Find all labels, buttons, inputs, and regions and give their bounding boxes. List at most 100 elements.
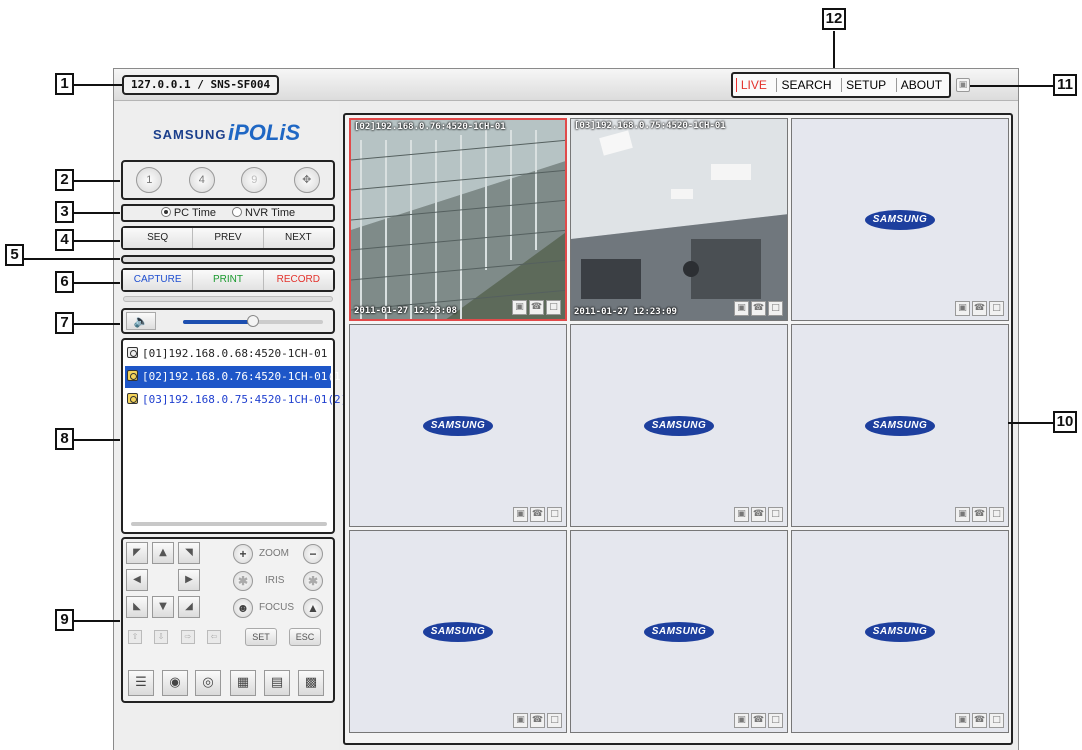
- next-button[interactable]: NEXT: [262, 228, 333, 248]
- zoom-in-button[interactable]: +: [233, 544, 253, 564]
- video-tile-5[interactable]: SAMSUNG ▣ ☎ □: [570, 324, 788, 527]
- preset-list-icon[interactable]: ☰: [128, 670, 154, 696]
- camera-item-02[interactable]: [02]192.168.0.76:4520-1CH-01(1): [125, 366, 347, 388]
- video-grid: [02]192.168.0.76:4520-1CH-01 2011-01-27 …: [343, 113, 1013, 745]
- monitor-icon[interactable]: □: [989, 713, 1004, 728]
- building-camera-feed: [351, 120, 565, 319]
- menu-setup[interactable]: SETUP: [841, 78, 890, 92]
- seq-button[interactable]: SEQ: [123, 228, 193, 248]
- capture-button[interactable]: CAPTURE: [123, 270, 193, 290]
- speaker-icon[interactable]: ☎: [972, 713, 987, 728]
- preset-down-icon[interactable]: ⇩: [154, 630, 168, 644]
- speaker-icon[interactable]: ☎: [530, 713, 545, 728]
- camera-item-01[interactable]: [01]192.168.0.68:4520-1CH-01: [127, 343, 327, 365]
- list-horizontal-scrollbar[interactable]: [131, 522, 327, 526]
- video-tile-2[interactable]: [03]192.168.0.75:4520-1CH-01 2011-01-27 …: [570, 118, 788, 321]
- video-tile-3[interactable]: SAMSUNG ▣ ☎ □: [791, 118, 1009, 321]
- pc-time-radio[interactable]: [160, 207, 171, 217]
- alarm-icon[interactable]: ▣: [513, 713, 528, 728]
- swing-icon[interactable]: ◉: [162, 670, 188, 696]
- ptz-right-button[interactable]: ▶: [178, 569, 200, 591]
- ptz-left-button[interactable]: ◀: [126, 569, 148, 591]
- camera-icon: [127, 393, 138, 404]
- speaker-icon[interactable]: ☎: [751, 713, 766, 728]
- video-tile-9[interactable]: SAMSUNG ▣ ☎ □: [791, 530, 1009, 733]
- menu-live[interactable]: LIVE: [735, 78, 771, 92]
- callout-3: 3: [55, 201, 74, 223]
- volume-knob[interactable]: [247, 315, 259, 327]
- speaker-icon[interactable]: ☎: [972, 301, 987, 316]
- video-tile-4[interactable]: SAMSUNG ▣ ☎ □: [349, 324, 567, 527]
- iris-open-button[interactable]: ✱: [233, 571, 253, 591]
- focus-near-button[interactable]: ☻: [233, 598, 253, 618]
- alarm-icon[interactable]: ▣: [955, 301, 970, 316]
- record-button[interactable]: RECORD: [262, 270, 333, 290]
- monitor-icon[interactable]: □: [768, 507, 783, 522]
- alarm-icon[interactable]: ▣: [513, 507, 528, 522]
- trace-icon[interactable]: ▤: [264, 670, 290, 696]
- speaker-icon[interactable]: ☎: [530, 507, 545, 522]
- samsung-logo: SAMSUNG: [423, 415, 493, 436]
- camera-item-03[interactable]: [03]192.168.0.75:4520-1CH-01(2): [127, 389, 347, 411]
- ptz-up-right-button[interactable]: ◥: [178, 542, 200, 564]
- prev-button[interactable]: PREV: [192, 228, 263, 248]
- monitor-icon[interactable]: □: [989, 507, 1004, 522]
- ptz-down-left-button[interactable]: ◣: [126, 596, 148, 618]
- lock-icon[interactable]: ▣: [956, 78, 970, 92]
- volume-control: 🔈: [121, 308, 335, 334]
- tour-icon[interactable]: ▦: [230, 670, 256, 696]
- group-icon[interactable]: ◎: [195, 670, 221, 696]
- menu-search[interactable]: SEARCH: [776, 78, 835, 92]
- video-tile-1[interactable]: [02]192.168.0.76:4520-1CH-01 2011-01-27 …: [349, 118, 567, 321]
- ptz-down-button[interactable]: ▼: [152, 596, 174, 618]
- speaker-icon[interactable]: ☎: [972, 507, 987, 522]
- monitor-icon[interactable]: □: [768, 301, 783, 316]
- alarm-icon[interactable]: ▣: [955, 713, 970, 728]
- video-tile-6[interactable]: SAMSUNG ▣ ☎ □: [791, 324, 1009, 527]
- layout-4-button[interactable]: 4: [188, 167, 215, 193]
- speaker-icon[interactable]: ☎: [751, 301, 766, 316]
- ptz-up-left-button[interactable]: ◤: [126, 542, 148, 564]
- ptz-down-right-button[interactable]: ◢: [178, 596, 200, 618]
- iris-close-button[interactable]: ✱: [303, 571, 323, 591]
- sequence-progress-bar: [121, 255, 335, 264]
- callout-3-leader: [74, 212, 120, 214]
- alarm-icon[interactable]: ▣: [734, 507, 749, 522]
- speaker-icon[interactable]: 🔈: [126, 312, 156, 330]
- preset-up-icon[interactable]: ⇧: [128, 630, 142, 644]
- monitor-icon[interactable]: □: [547, 507, 562, 522]
- focus-far-button[interactable]: ▲: [303, 598, 323, 618]
- callout-2-leader: [74, 180, 120, 182]
- samsung-logo: SAMSUNG: [865, 621, 935, 642]
- layout-9-button[interactable]: 9: [241, 167, 268, 193]
- speaker-icon[interactable]: ☎: [529, 300, 544, 315]
- esc-button[interactable]: ESC: [289, 628, 321, 646]
- alarm-icon[interactable]: ▣: [512, 300, 527, 315]
- monitor-icon[interactable]: □: [546, 300, 561, 315]
- print-button[interactable]: PRINT: [192, 270, 263, 290]
- volume-slider[interactable]: [183, 315, 323, 327]
- video-tile-7[interactable]: SAMSUNG ▣ ☎ □: [349, 530, 567, 733]
- monitor-icon[interactable]: □: [547, 713, 562, 728]
- set-button[interactable]: SET: [245, 628, 277, 646]
- video-tile-8[interactable]: SAMSUNG ▣ ☎ □: [570, 530, 788, 733]
- zoom-out-button[interactable]: −: [303, 544, 323, 564]
- speaker-icon[interactable]: ☎: [751, 507, 766, 522]
- nvr-time-radio[interactable]: [232, 207, 243, 217]
- layout-1-button[interactable]: 1: [136, 167, 163, 193]
- camera-item-label: [02]192.168.0.76:4520-1CH-01(1): [142, 370, 348, 383]
- fullscreen-icon[interactable]: ✥: [293, 167, 320, 193]
- alarm-icon[interactable]: ▣: [734, 713, 749, 728]
- auto-pan-icon[interactable]: ▩: [298, 670, 324, 696]
- preset-left-icon[interactable]: ⇦: [207, 630, 221, 644]
- alarm-icon[interactable]: ▣: [734, 301, 749, 316]
- menu-about[interactable]: ABOUT: [895, 78, 946, 92]
- monitor-icon[interactable]: □: [768, 713, 783, 728]
- alarm-icon[interactable]: ▣: [955, 507, 970, 522]
- ptz-up-button[interactable]: ▲: [152, 542, 174, 564]
- nvr-time-option[interactable]: NVR Time: [232, 207, 295, 219]
- monitor-icon[interactable]: □: [989, 301, 1004, 316]
- pc-time-option[interactable]: PC Time: [160, 207, 216, 219]
- preset-right-icon[interactable]: ⇨: [181, 630, 195, 644]
- tile-title: [02]192.168.0.76:4520-1CH-01: [354, 122, 506, 132]
